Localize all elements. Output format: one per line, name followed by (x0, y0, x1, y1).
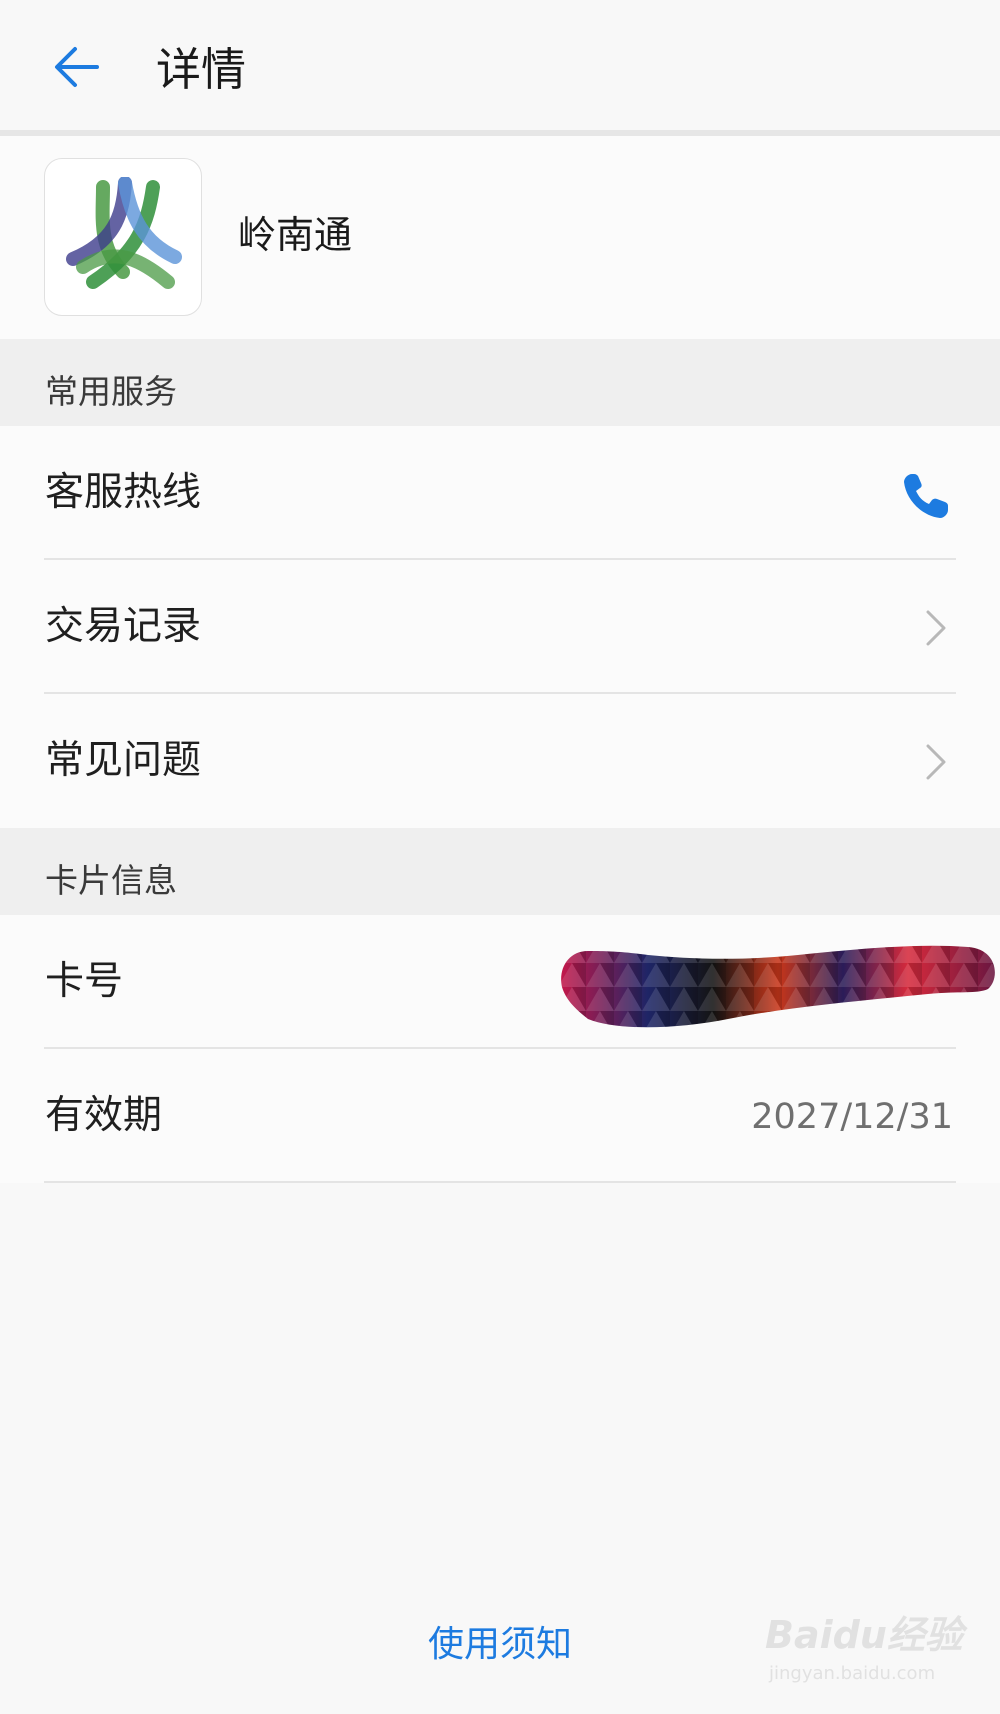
list-item-label: 卡号 (45, 959, 124, 1004)
list-item-customer-hotline[interactable]: 客服热线 (0, 426, 1000, 560)
list-item-label: 客服热线 (45, 470, 202, 515)
list-item-label: 常见问题 (45, 738, 202, 783)
section-header-services: 常用服务 (0, 339, 1000, 426)
row-divider (44, 1181, 956, 1183)
lingnantong-logo-icon (66, 177, 182, 289)
top-app-bar: 详情 (0, 0, 1000, 136)
back-button[interactable] (40, 30, 114, 104)
list-item-transaction-records[interactable]: 交易记录 (0, 560, 1000, 694)
list-item-faq[interactable]: 常见问题 (0, 694, 1000, 828)
baidu-watermark: Baidu经验 jingyan.baidu.com (765, 1610, 965, 1690)
arrow-left-icon (55, 47, 99, 87)
detail-page: 详情 岭南通 常用服务 客服热线 交易记录 常见问题 卡片信息 卡号 有效期 2… (0, 0, 1000, 1714)
section-title-card-info: 卡片信息 (45, 861, 177, 900)
watermark-sub: jingyan.baidu.com (769, 1663, 936, 1684)
list-item-card-number: 卡号 (0, 915, 1000, 1049)
watermark-main: Baidu经验 (765, 1613, 963, 1657)
app-name: 岭南通 (238, 213, 353, 257)
expiry-date-value: 2027/12/31 (751, 1097, 953, 1137)
chevron-right-icon (926, 744, 946, 780)
phone-icon[interactable] (898, 470, 952, 524)
list-item-label: 有效期 (45, 1093, 163, 1138)
chevron-right-icon (926, 610, 946, 646)
redaction-scribble (561, 945, 995, 1028)
page-title: 详情 (156, 43, 247, 96)
app-logo (44, 158, 202, 316)
list-item-label: 交易记录 (45, 604, 202, 649)
section-title-services: 常用服务 (45, 372, 177, 411)
section-header-card-info: 卡片信息 (0, 828, 1000, 915)
app-info-row: 岭南通 (0, 136, 1000, 339)
list-item-expiry-date: 有效期 2027/12/31 (0, 1049, 1000, 1183)
